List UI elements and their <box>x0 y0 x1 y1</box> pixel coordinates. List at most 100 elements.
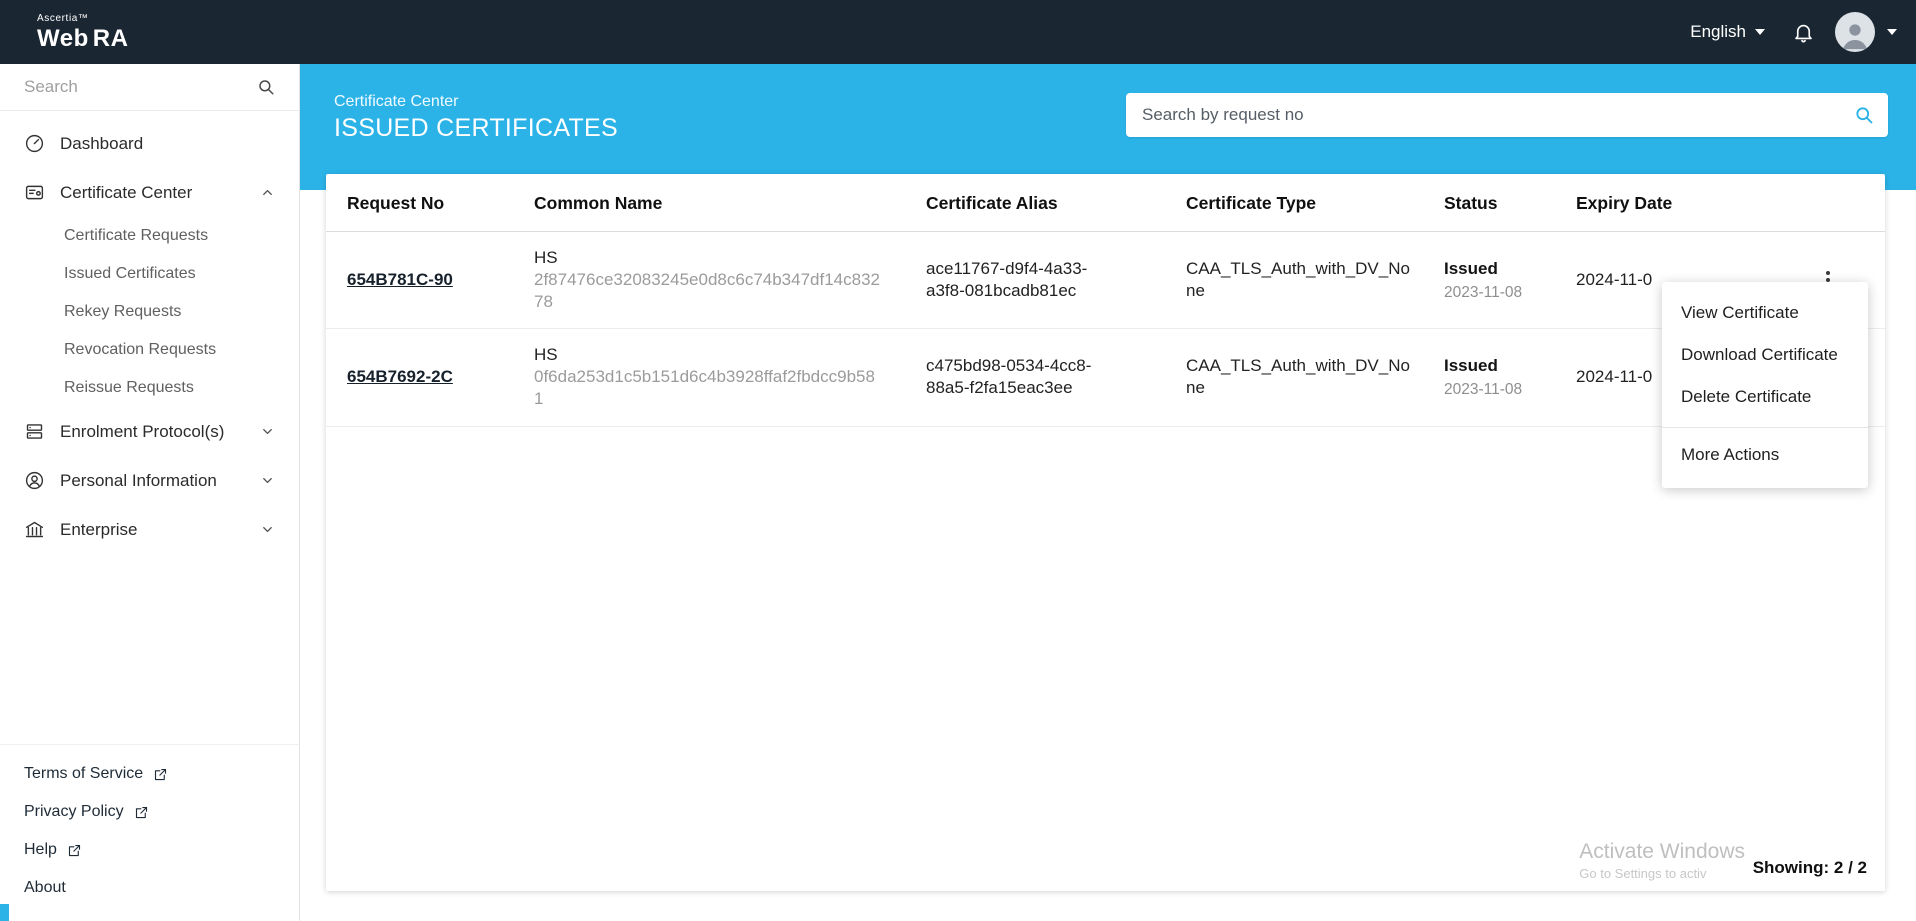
request-no-link[interactable]: 654B7692-2C <box>347 367 453 386</box>
sidebar-subitem-rekey-requests[interactable]: Rekey Requests <box>0 293 299 331</box>
chevron-up-icon <box>263 190 272 195</box>
column-header-certificate-alias: Certificate Alias <box>914 174 1174 232</box>
sidebar-nav: Dashboard Certificate Center Certificate… <box>0 111 299 554</box>
menu-item-delete-certificate[interactable]: Delete Certificate <box>1662 376 1868 418</box>
column-header-actions <box>1770 174 1885 232</box>
brand-ascertia: Ascertia™ <box>37 12 89 24</box>
certificate-alias: c475bd98-0534-4cc8-88a5-f2fa15eac3ee <box>926 356 1092 398</box>
menu-item-download-certificate[interactable]: Download Certificate <box>1662 334 1868 376</box>
sidebar-item-certificate-center[interactable]: Certificate Center <box>0 168 299 217</box>
common-name-hash: 0f6da253d1c5b151d6c4b3928ffaf2fbdcc9b581 <box>534 367 875 409</box>
status-date: 2023-11-08 <box>1444 283 1523 301</box>
topbar: Ascertia™ Web RA English <box>0 0 1916 64</box>
certificate-type: CAA_TLS_Auth_with_DV_None <box>1186 259 1410 301</box>
user-avatar[interactable] <box>1835 12 1875 52</box>
sidebar-item-enrolment-protocols[interactable]: Enrolment Protocol(s) <box>0 407 299 456</box>
external-link-icon <box>135 806 147 818</box>
enterprise-icon <box>25 521 44 538</box>
language-selector[interactable]: English <box>1690 22 1765 42</box>
brand-webra: Web RA <box>37 24 129 52</box>
external-link-icon <box>155 768 167 780</box>
status-badge: Issued <box>1444 258 1498 278</box>
enrolment-protocols-icon <box>26 424 43 439</box>
request-search <box>1126 93 1888 137</box>
chevron-down-icon <box>263 429 272 434</box>
request-no-link[interactable]: 654B781C-90 <box>347 270 453 289</box>
sidebar-item-label: Enterprise <box>60 519 138 539</box>
table-header-row: Request No Common Name Certificate Alias… <box>326 174 1885 232</box>
menu-item-more-actions[interactable]: More Actions <box>1662 434 1868 476</box>
row-context-menu: View Certificate Download Certificate De… <box>1662 282 1868 488</box>
sidebar-item-label: Dashboard <box>60 133 144 153</box>
column-header-certificate-type: Certificate Type <box>1174 174 1432 232</box>
table-row: 654B7692-2C HS 0f6da253d1c5b151d6c4b3928… <box>326 328 1885 427</box>
app-logo[interactable]: Ascertia™ Web RA <box>37 12 129 52</box>
sidebar: Dashboard Certificate Center Certificate… <box>0 64 300 921</box>
page-title: ISSUED CERTIFICATES <box>334 114 618 142</box>
column-header-status: Status <box>1432 174 1564 232</box>
personal-information-icon <box>25 471 44 490</box>
language-label: English <box>1690 22 1746 41</box>
footer-link-label: Terms of Service <box>24 765 144 782</box>
showing-count: Showing: 2 / 2 <box>1752 858 1867 877</box>
sidebar-item-label: Personal Information <box>60 470 217 490</box>
column-header-request-no: Request No <box>326 174 522 232</box>
request-search-input[interactable] <box>1142 105 1842 125</box>
status-badge: Issued <box>1444 355 1498 375</box>
sidebar-search-input[interactable] <box>24 77 249 97</box>
sidebar-item-label: Enrolment Protocol(s) <box>60 421 225 441</box>
common-name-hash: 2f87476ce32083245e0d8c6c74b347df14c83278 <box>534 270 880 312</box>
external-link-icon <box>68 844 80 856</box>
column-header-common-name: Common Name <box>522 174 914 232</box>
scrollbar-accent <box>0 904 9 921</box>
sidebar-subitem-revocation-requests[interactable]: Revocation Requests <box>0 331 299 369</box>
main-layout: Dashboard Certificate Center Certificate… <box>0 64 1916 921</box>
privacy-policy-link[interactable]: Privacy Policy <box>0 793 299 831</box>
certificate-type: CAA_TLS_Auth_with_DV_None <box>1186 356 1410 398</box>
user-icon <box>1842 24 1868 50</box>
main-content: Certificate Center ISSUED CERTIFICATES R… <box>300 64 1916 921</box>
dashboard-icon <box>25 134 44 153</box>
sidebar-subitem-issued-certificates[interactable]: Issued Certificates <box>0 255 299 293</box>
chevron-down-icon <box>263 527 272 532</box>
sidebar-item-personal-information[interactable]: Personal Information <box>0 456 299 505</box>
certificate-center-icon <box>25 185 44 200</box>
status-date: 2023-11-08 <box>1444 380 1523 398</box>
menu-item-view-certificate[interactable]: View Certificate <box>1662 292 1868 334</box>
chevron-down-icon <box>263 478 272 483</box>
sidebar-subitem-reissue-requests[interactable]: Reissue Requests <box>0 369 299 407</box>
expiry-date: 2024-11-0 <box>1576 270 1653 290</box>
footer-link-label: Help <box>24 841 57 858</box>
common-name-prefix: HS <box>534 248 558 267</box>
sidebar-item-dashboard[interactable]: Dashboard <box>0 119 299 168</box>
issued-certificates-card: Request No Common Name Certificate Alias… <box>326 174 1885 891</box>
sidebar-subitem-certificate-requests[interactable]: Certificate Requests <box>0 217 299 255</box>
sidebar-item-enterprise[interactable]: Enterprise <box>0 505 299 554</box>
page-header-band: Certificate Center ISSUED CERTIFICATES <box>300 64 1916 190</box>
footer-link-label: About <box>24 879 66 896</box>
footer-link-label: Privacy Policy <box>24 803 124 820</box>
help-link[interactable]: Help <box>0 831 299 869</box>
account-menu-caret-icon[interactable] <box>1887 29 1897 35</box>
common-name-prefix: HS <box>534 345 558 365</box>
table-row: 654B781C-90 HS 2f87476ce32083245e0d8c6c7… <box>326 231 1885 330</box>
notifications-button[interactable] <box>1792 21 1815 44</box>
topbar-right: English <box>1690 12 1897 52</box>
bell-icon <box>1795 24 1812 42</box>
about-link[interactable]: About <box>0 869 299 907</box>
search-icon[interactable] <box>257 78 275 96</box>
activate-windows-watermark: Activate Windows Go to Settings to activ <box>1579 840 1745 881</box>
expiry-date: 2024-11-0 <box>1576 367 1653 387</box>
page-heading: Certificate Center ISSUED CERTIFICATES <box>334 93 618 143</box>
search-icon[interactable] <box>1854 105 1874 125</box>
menu-divider <box>1662 427 1868 428</box>
issued-certificates-table: Request No Common Name Certificate Alias… <box>326 174 1885 427</box>
column-header-expiry-date: Expiry Date <box>1564 174 1770 232</box>
terms-of-service-link[interactable]: Terms of Service <box>0 755 299 793</box>
caret-down-icon <box>1755 29 1765 35</box>
sidebar-search <box>0 64 299 111</box>
certificate-alias: ace11767-d9f4-4a33-a3f8-081bcadb81ec <box>926 259 1088 301</box>
sidebar-item-label: Certificate Center <box>60 182 193 202</box>
breadcrumb: Certificate Center <box>334 93 459 110</box>
sidebar-footer: Terms of Service Privacy Policy Help Abo… <box>0 744 299 921</box>
